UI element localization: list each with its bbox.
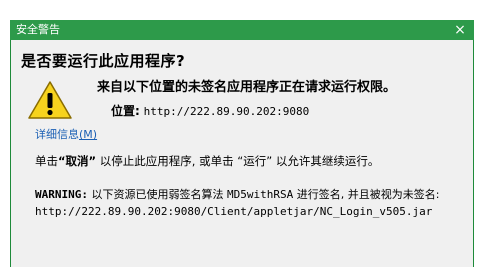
location-value: http://222.89.90.202:9080 <box>143 105 310 118</box>
warning-algorithm: MD5withRSA <box>226 188 294 201</box>
location-row: 位置: http://222.89.90.202:9080 <box>111 102 309 119</box>
security-warning-dialog: 安全警告 × 是否要运行此应用程序? 来自以下位置的未签名应用程序正在请求运行权… <box>10 20 474 267</box>
instruction-prefix: 单击 <box>35 154 58 168</box>
warning-url: http://222.89.90.202:9080/Client/appletj… <box>35 205 433 218</box>
warning-triangle-icon <box>28 81 72 119</box>
dialog-heading: 是否要运行此应用程序? <box>21 52 186 70</box>
signature-warning: WARNING: 以下资源已使用弱签名算法 MD5withRSA 进行签名, 并… <box>35 186 465 220</box>
instruction-run: “运行” <box>237 154 273 168</box>
main-message: 来自以下位置的未签名应用程序正在请求运行权限。 <box>97 80 397 95</box>
details-link-label: 详细信息 <box>35 128 79 141</box>
details-link-accel: (M) <box>79 128 98 141</box>
warning-label: WARNING: <box>35 188 88 201</box>
title-bar[interactable]: 安全警告 × <box>10 20 474 40</box>
close-icon[interactable]: × <box>452 22 468 38</box>
instruction-cancel: “取消” <box>58 154 97 168</box>
location-label: 位置: <box>111 104 140 118</box>
instruction-text: 单击“取消” 以停止此应用程序, 或单击 “运行” 以允许其继续运行。 <box>35 153 379 169</box>
instruction-suffix: 以允许其继续运行。 <box>275 154 380 168</box>
warning-part2: 进行签名, 并且被视为未签名: <box>296 188 440 201</box>
details-link[interactable]: 详细信息(M) <box>35 126 97 142</box>
warning-part1: 以下资源已使用弱签名算法 <box>91 188 224 201</box>
window-title: 安全警告 <box>16 23 60 36</box>
instruction-middle: 以停止此应用程序, 或单击 <box>99 154 234 168</box>
